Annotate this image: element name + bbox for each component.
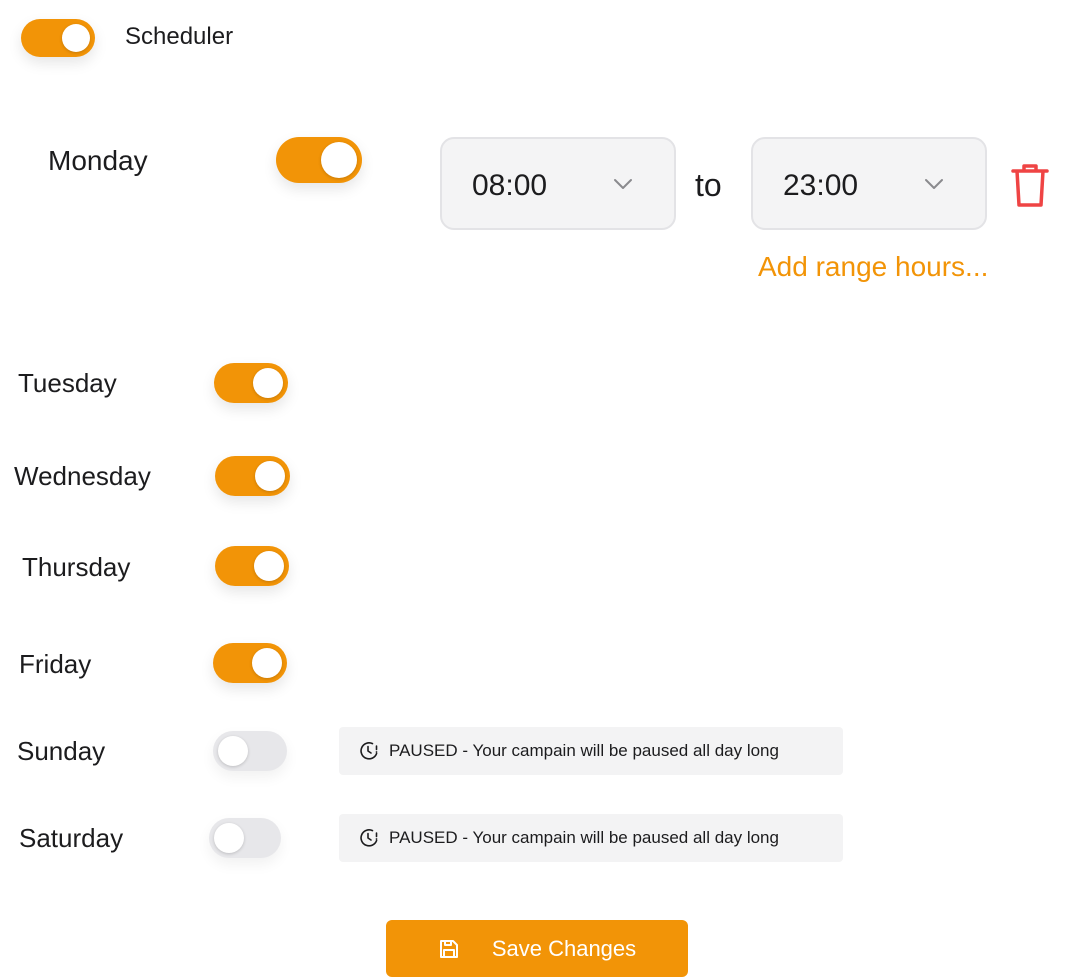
paused-message: - Your campain will be paused all day lo… — [457, 741, 779, 760]
toggle-knob — [214, 823, 244, 853]
toggle-knob — [253, 368, 283, 398]
day-label-tuesday: Tuesday — [18, 368, 117, 398]
toggle-knob — [62, 24, 90, 52]
toggle-knob — [254, 551, 284, 581]
trash-icon[interactable] — [1010, 161, 1050, 209]
clock-alert-icon — [360, 829, 378, 847]
sunday-toggle[interactable] — [213, 731, 287, 771]
save-icon — [439, 939, 458, 958]
toggle-knob — [255, 461, 285, 491]
end-time-value: 23:00 — [783, 169, 859, 202]
toggle-knob — [252, 648, 282, 678]
tuesday-toggle[interactable] — [214, 363, 288, 403]
day-label-monday: Monday — [48, 145, 148, 176]
thursday-toggle[interactable] — [215, 546, 289, 586]
scheduler-toggle[interactable] — [21, 19, 95, 57]
scheduler-label: Scheduler — [125, 23, 234, 50]
paused-message: - Your campain will be paused all day lo… — [457, 828, 779, 847]
day-label-wednesday: Wednesday — [14, 461, 151, 491]
range-connector-label: to — [695, 167, 722, 203]
chevron-down-icon — [614, 179, 632, 189]
saturday-toggle[interactable] — [209, 818, 281, 858]
chevron-down-icon — [925, 179, 943, 189]
monday-start-time-select[interactable]: 08:00 — [440, 137, 676, 230]
day-label-friday: Friday — [19, 649, 92, 679]
friday-toggle[interactable] — [213, 643, 287, 683]
clock-alert-icon — [360, 742, 378, 760]
toggle-knob — [218, 736, 248, 766]
saturday-paused-notice: PAUSED - Your campain will be paused all… — [339, 814, 843, 862]
monday-toggle[interactable] — [276, 137, 362, 183]
toggle-knob — [321, 142, 357, 178]
start-time-value: 08:00 — [472, 169, 548, 202]
paused-status: PAUSED — [389, 828, 458, 847]
day-label-saturday: Saturday — [19, 823, 124, 853]
paused-status: PAUSED — [389, 741, 458, 760]
save-changes-button[interactable]: Save Changes — [386, 920, 688, 977]
day-label-thursday: Thursday — [22, 552, 131, 582]
save-button-label: Save Changes — [491, 935, 637, 961]
add-range-hours-link[interactable]: Add range hours... — [758, 250, 988, 284]
wednesday-toggle[interactable] — [215, 456, 290, 496]
day-label-sunday: Sunday — [17, 736, 106, 766]
monday-end-time-select[interactable]: 23:00 — [751, 137, 987, 230]
sunday-paused-notice: PAUSED - Your campain will be paused all… — [339, 727, 843, 775]
